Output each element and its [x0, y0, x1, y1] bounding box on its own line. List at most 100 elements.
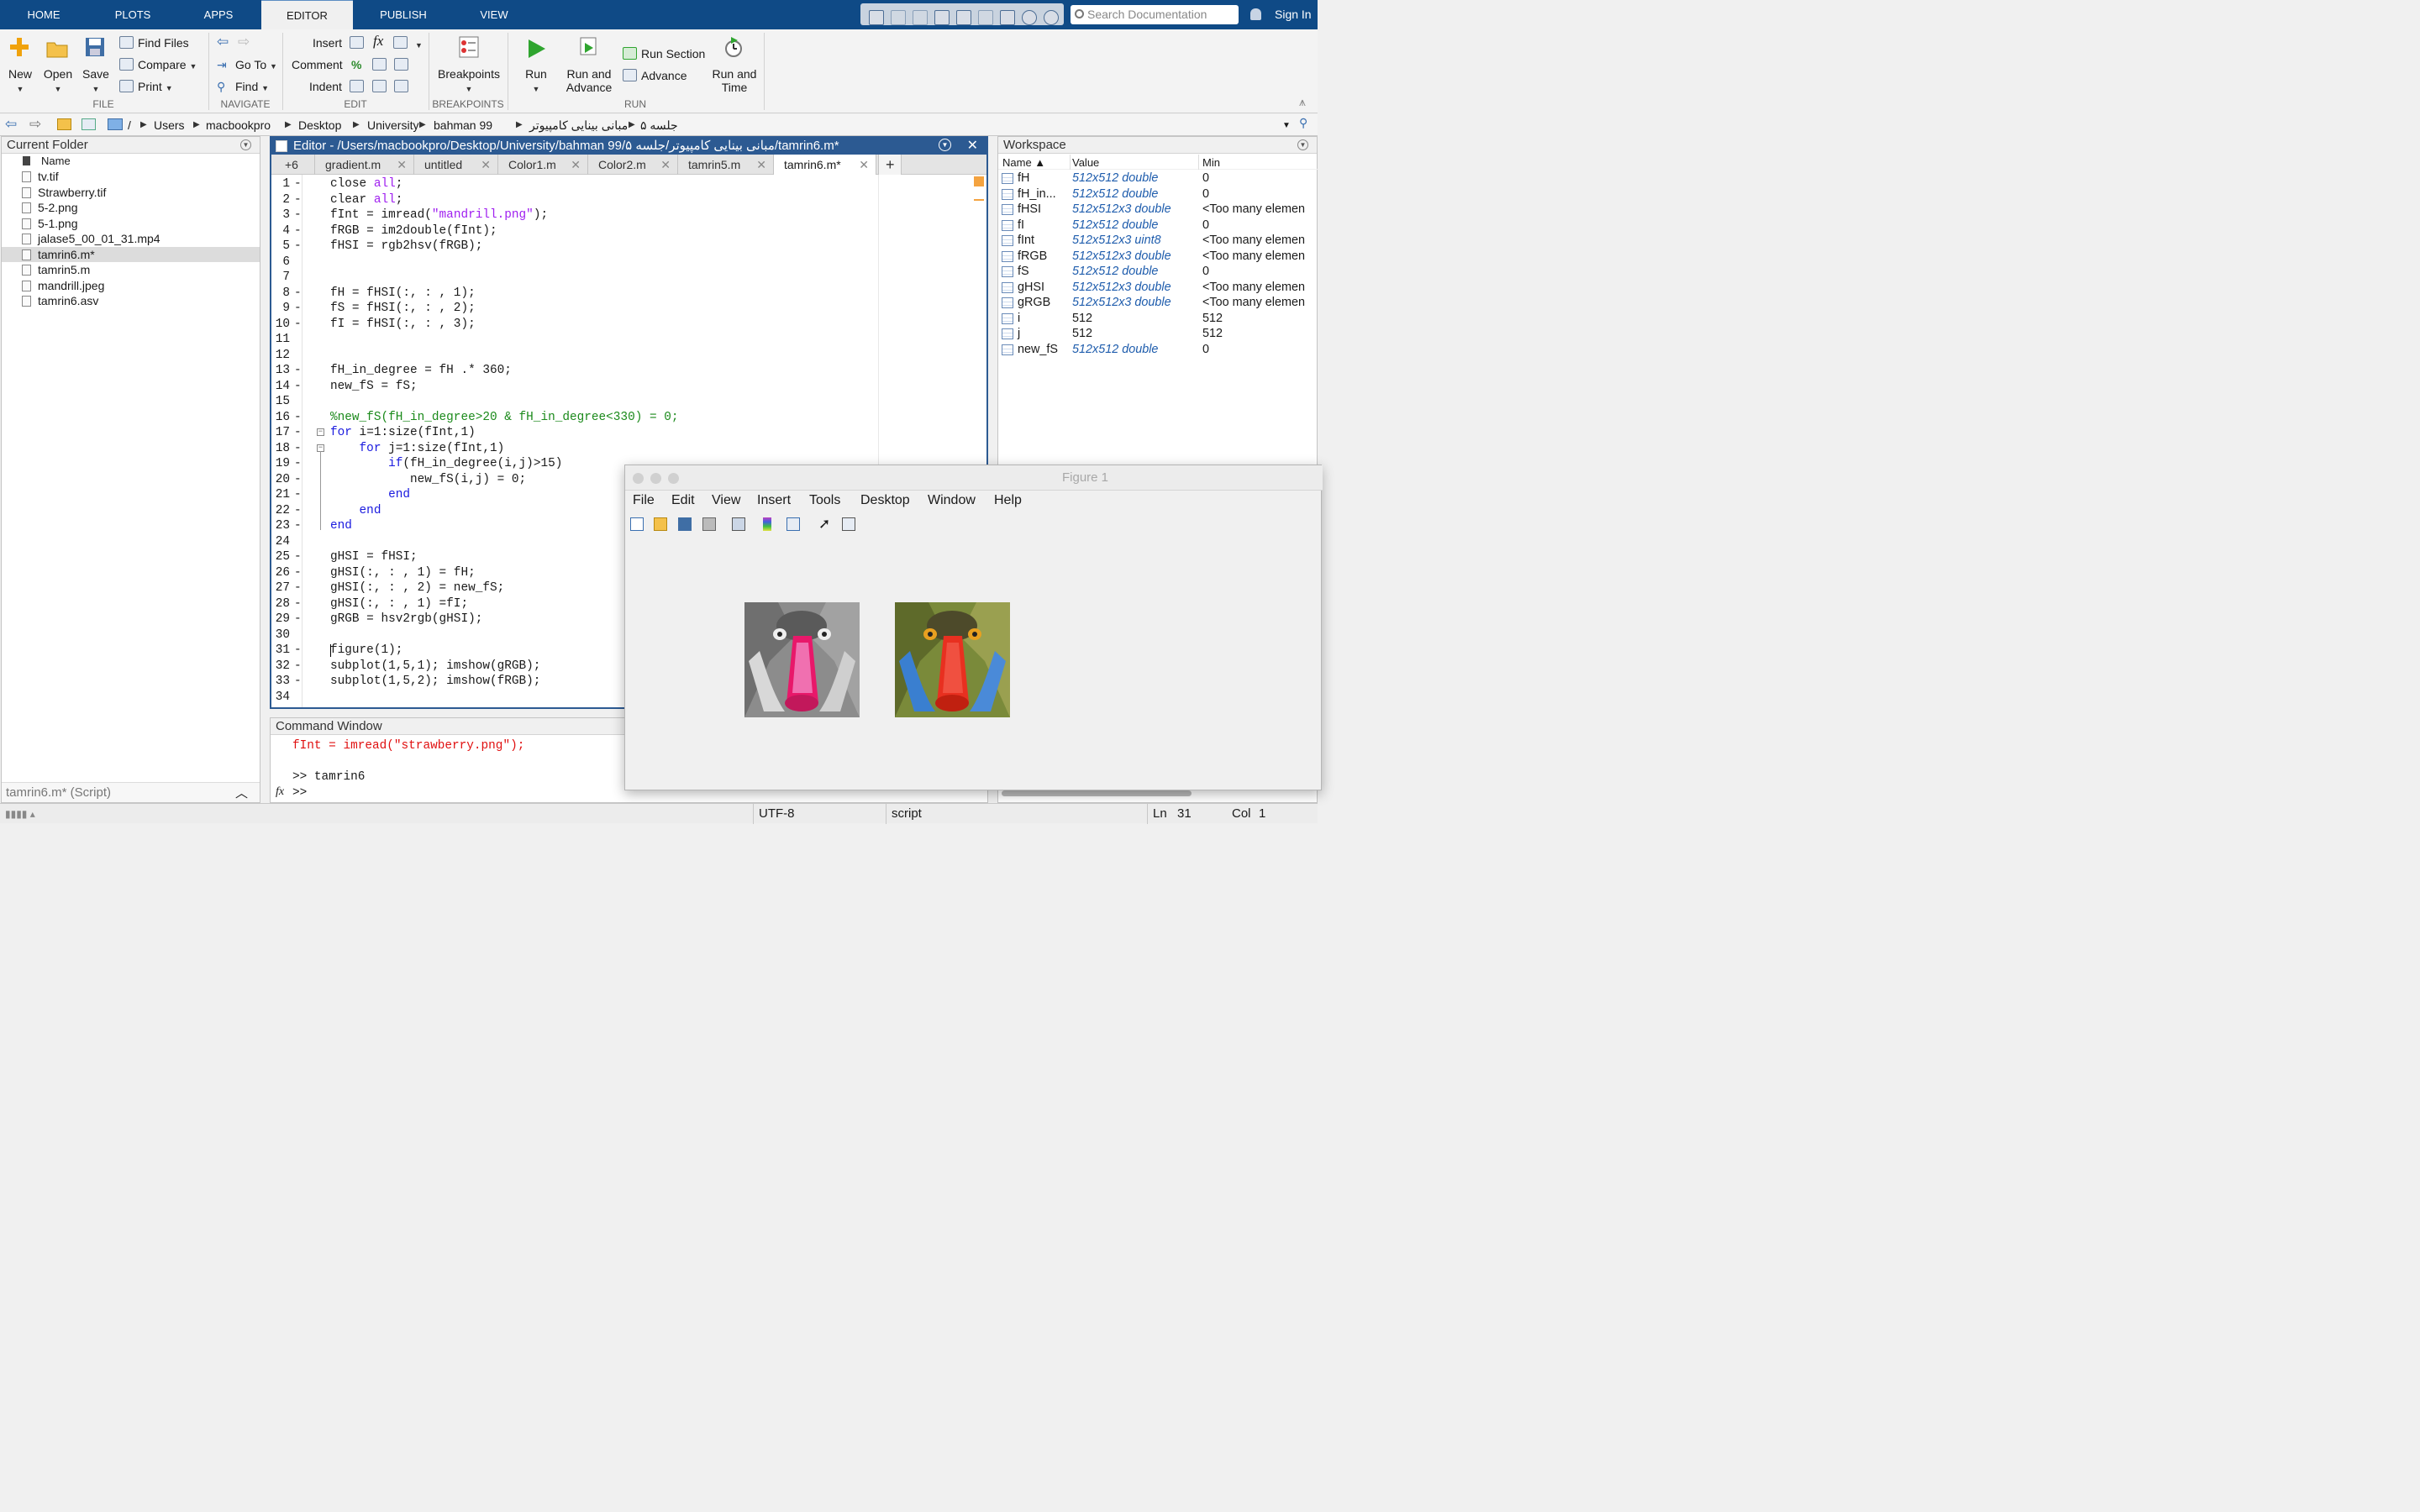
uncomment-icon[interactable] — [372, 58, 387, 71]
file-row[interactable]: tamrin6.asv — [2, 293, 260, 308]
code-line[interactable]: 3- fInt = imread("mandrill.png"); — [271, 207, 893, 223]
cut-icon[interactable] — [891, 10, 906, 25]
panel-actions-icon[interactable]: ▼ — [240, 139, 251, 150]
file-row[interactable]: mandrill.jpeg — [2, 278, 260, 293]
code-line[interactable]: 13- fH_in_degree = fH .* 360; — [271, 363, 893, 379]
path-dropdown-icon[interactable]: ▼ — [1282, 121, 1291, 130]
breakpoint-marker[interactable]: - — [294, 659, 302, 675]
path-bahman99[interactable]: bahman 99 — [434, 118, 492, 132]
line-number[interactable]: 25 — [271, 549, 290, 565]
save-figure-icon[interactable] — [678, 517, 692, 531]
browse-folder-icon[interactable] — [82, 118, 96, 130]
code-line[interactable]: 6 — [271, 255, 893, 270]
line-number[interactable]: 2 — [271, 192, 290, 208]
advance-button[interactable]: Advance — [641, 69, 687, 82]
line-number[interactable]: 3 — [271, 207, 290, 223]
workspace-variable-row[interactable]: fHSI 512x512x3 double <Too many elemen — [998, 202, 1318, 218]
breakpoint-marker[interactable]: - — [294, 674, 302, 690]
menu-tools[interactable]: Tools — [809, 493, 840, 508]
line-number[interactable]: 23 — [271, 518, 290, 534]
path-session-folder[interactable]: جلسه ۵ — [640, 118, 678, 133]
wrap-comments-icon[interactable] — [394, 58, 408, 71]
line-number[interactable]: 10 — [271, 317, 290, 333]
breakpoint-marker[interactable]: - — [294, 503, 302, 519]
minimize-window-button[interactable] — [650, 473, 661, 484]
line-number[interactable]: 19 — [271, 456, 290, 472]
code-line[interactable]: 11 — [271, 332, 893, 348]
print-figure-icon[interactable] — [702, 517, 716, 531]
workspace-variable-row[interactable]: new_fS 512x512 double 0 — [998, 342, 1318, 358]
close-window-button[interactable] — [633, 473, 644, 484]
line-number[interactable]: 31 — [271, 643, 290, 659]
new-button[interactable]: New ▼ — [3, 67, 37, 96]
comment-percent-icon[interactable]: % — [351, 58, 361, 71]
code-line[interactable]: 10- fI = fHSI(:, : , 3); — [271, 317, 893, 333]
line-number[interactable]: 9 — [271, 301, 290, 317]
file-row[interactable]: 5-2.png — [2, 200, 260, 215]
editor-tab[interactable]: untitled ✕ — [414, 155, 498, 175]
line-number[interactable]: 28 — [271, 596, 290, 612]
breakpoint-marker[interactable]: - — [294, 612, 302, 627]
editor-actions-icon[interactable]: ▼ — [939, 139, 951, 151]
line-number[interactable]: 30 — [271, 627, 290, 643]
code-line[interactable]: 2- clear all; — [271, 192, 893, 208]
code-line[interactable]: 12 — [271, 348, 893, 364]
breakpoints-button[interactable]: Breakpoints ▼ — [434, 67, 504, 96]
property-editor-icon[interactable] — [842, 517, 855, 531]
new-tab-button[interactable]: + — [878, 155, 902, 175]
workspace-variable-row[interactable]: gRGB 512x512x3 double <Too many elemen — [998, 295, 1318, 311]
run-and-advance-button[interactable]: Run and Advance — [561, 67, 617, 94]
undo-icon[interactable] — [956, 10, 971, 25]
line-number[interactable]: 13 — [271, 363, 290, 379]
workspace-variable-row[interactable]: i 512 512 — [998, 311, 1318, 327]
line-number[interactable]: 8 — [271, 286, 290, 302]
line-number[interactable]: 1 — [271, 176, 290, 192]
editor-tab[interactable]: Color2.m ✕ — [588, 155, 678, 175]
line-number[interactable]: 26 — [271, 565, 290, 581]
breakpoint-marker[interactable]: - — [294, 472, 302, 488]
path-macbookpro[interactable]: macbookpro — [206, 118, 271, 132]
col-name[interactable]: Name ▲ — [1002, 156, 1045, 169]
open-button[interactable]: Open ▼ — [40, 67, 76, 96]
colorbar-icon[interactable] — [763, 517, 771, 531]
breakpoint-marker[interactable]: - — [294, 518, 302, 534]
menu-edit[interactable]: Edit — [671, 493, 695, 508]
line-number[interactable]: 5 — [271, 239, 290, 255]
compare-button[interactable]: Compare ▼ — [138, 58, 197, 73]
editor-tab-active[interactable]: tamrin6.m* ✕ — [774, 155, 876, 175]
file-row[interactable]: jalase5_00_01_31.mp4 — [2, 231, 260, 246]
breakpoint-marker[interactable]: - — [294, 549, 302, 565]
code-line[interactable]: 9- fS = fHSI(:, : , 2); — [271, 301, 893, 317]
line-number[interactable]: 29 — [271, 612, 290, 627]
collapse-toolstrip-icon[interactable]: ⩚ — [1299, 95, 1306, 108]
back-icon[interactable]: ⇦ — [5, 116, 17, 133]
save-icon[interactable] — [869, 10, 884, 25]
workspace-variable-row[interactable]: fI 512x512 double 0 — [998, 218, 1318, 234]
col-min[interactable]: Min — [1202, 156, 1220, 169]
line-number[interactable]: 21 — [271, 487, 290, 503]
breakpoint-marker[interactable]: - — [294, 580, 302, 596]
insert-dropdown-icon[interactable]: ▼ — [415, 39, 423, 52]
copy-icon[interactable] — [913, 10, 928, 25]
close-editor-icon[interactable]: ✕ — [967, 138, 978, 155]
line-number[interactable]: 34 — [271, 690, 290, 706]
insert-section-icon[interactable] — [350, 36, 364, 49]
breakpoint-marker[interactable]: - — [294, 410, 302, 426]
breakpoint-marker[interactable]: - — [294, 487, 302, 503]
expand-details-icon[interactable]: ︿ — [235, 784, 248, 801]
back-arrow-icon[interactable]: ⇦ — [217, 34, 229, 49]
open-file-icon[interactable] — [654, 517, 667, 531]
code-line[interactable]: 16- %new_fS(fH_in_degree>20 & fH_in_degre… — [271, 410, 893, 426]
line-number[interactable]: 15 — [271, 394, 290, 410]
close-tab-icon[interactable]: ✕ — [481, 155, 491, 175]
breakpoint-marker[interactable]: - — [294, 596, 302, 612]
forward-arrow-icon[interactable]: ⇨ — [238, 34, 250, 49]
line-number[interactable]: 33 — [271, 674, 290, 690]
line-number[interactable]: 20 — [271, 472, 290, 488]
decrease-indent-icon[interactable] — [372, 80, 387, 92]
breakpoint-marker[interactable]: - — [294, 379, 302, 395]
breakpoint-marker[interactable]: - — [294, 176, 302, 192]
workspace-hscrollbar[interactable] — [1002, 790, 1192, 796]
menu-help[interactable]: Help — [994, 493, 1022, 508]
close-tab-icon[interactable]: ✕ — [660, 155, 671, 175]
